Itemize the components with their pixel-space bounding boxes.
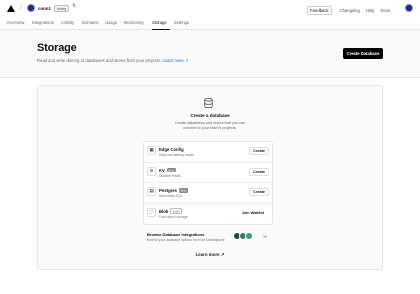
feedback-button[interactable]: Feedback bbox=[307, 6, 332, 15]
create-database-button[interactable]: Create Database bbox=[343, 48, 383, 59]
team-name[interactable]: conn1 bbox=[38, 6, 51, 11]
vercel-logo-icon[interactable] bbox=[7, 5, 15, 12]
integrations-subtitle: Extend your database options from the Ma… bbox=[147, 238, 225, 242]
user-avatar[interactable] bbox=[405, 4, 413, 12]
project-tabs: Overview Integrations Activity Domains U… bbox=[0, 17, 420, 30]
tab-monitoring[interactable]: Monitoring bbox=[124, 20, 144, 25]
external-link-icon: ↗ bbox=[185, 58, 189, 63]
page-subtitle-text: Read and write directly to databases and… bbox=[37, 58, 162, 63]
browse-integrations[interactable]: Browse Database Integrations Extend your… bbox=[147, 232, 225, 242]
page-title: Storage bbox=[37, 42, 77, 54]
team-switcher-icon[interactable]: ⇅ bbox=[72, 3, 76, 8]
option-name: Postgres Beta bbox=[159, 188, 188, 193]
postgres-icon: ▤ bbox=[147, 187, 156, 196]
plan-badge: Hobby bbox=[54, 5, 70, 13]
empty-state-title: Create a database bbox=[190, 113, 230, 118]
database-icon bbox=[204, 98, 213, 108]
learn-more-storage-link[interactable]: Learn more ↗ bbox=[0, 252, 420, 258]
arrow-right-icon[interactable]: → bbox=[262, 233, 268, 239]
database-option-postgres: ▤ Postgres Beta Serverless SQL Create bbox=[144, 183, 272, 204]
tab-integrations[interactable]: Integrations bbox=[32, 20, 54, 25]
tab-overview[interactable]: Overview bbox=[7, 20, 24, 25]
tab-activity[interactable]: Activity bbox=[61, 20, 74, 25]
blob-icon: ◌ bbox=[147, 207, 156, 217]
integration-logos[interactable] bbox=[233, 232, 253, 240]
tab-settings[interactable]: Settings bbox=[174, 20, 189, 25]
create-kv-button[interactable]: Create bbox=[249, 167, 269, 176]
option-description: Ultra-low latency reads bbox=[159, 153, 194, 157]
database-option-blob: ◌ Blob Invite Fast object storage Join Wa… bbox=[144, 204, 272, 225]
docs-link[interactable]: Docs bbox=[380, 8, 390, 13]
create-postgres-button[interactable]: Create bbox=[249, 188, 269, 196]
database-option-kv: ≡ KV Beta Durable Redis Create bbox=[144, 163, 272, 183]
edge-config-icon: ▦ bbox=[147, 146, 156, 155]
beta-badge: Beta bbox=[166, 167, 176, 173]
option-name: KV Beta bbox=[159, 167, 176, 173]
create-edge-config-button[interactable]: Create bbox=[249, 147, 269, 155]
option-name: Edge Config bbox=[159, 147, 184, 152]
option-name: Blob Invite bbox=[159, 207, 183, 215]
changelog-link[interactable]: Changelog bbox=[340, 8, 360, 13]
option-description: Durable Redis bbox=[159, 173, 181, 178]
help-link[interactable]: Help bbox=[366, 8, 375, 13]
tab-storage[interactable]: Storage bbox=[152, 20, 167, 25]
page-subtitle: Read and write directly to databases and… bbox=[37, 58, 189, 63]
learn-more-link[interactable]: Learn more ↗ bbox=[162, 58, 188, 63]
option-description: Fast object storage bbox=[159, 214, 188, 219]
team-avatar[interactable] bbox=[27, 4, 35, 12]
beta-badge: Beta bbox=[178, 188, 188, 193]
invite-badge: Invite bbox=[170, 207, 183, 215]
kv-icon: ≡ bbox=[147, 166, 156, 176]
top-bar: / conn1 Hobby ⇅ Feedback Changelog Help … bbox=[0, 0, 420, 16]
tab-domains[interactable]: Domains bbox=[82, 20, 99, 25]
header-links: Feedback Changelog Help Docs bbox=[307, 6, 390, 15]
integrations-title: Browse Database Integrations bbox=[147, 232, 205, 237]
database-options-list: ▦ Edge Config Ultra-low latency reads Cr… bbox=[143, 141, 273, 225]
slash-divider-icon: / bbox=[19, 3, 23, 13]
option-description: Serverless SQL bbox=[159, 194, 183, 198]
tab-usage[interactable]: Usage bbox=[105, 20, 117, 25]
empty-state-description: Create databases and stores that you can… bbox=[174, 121, 246, 130]
integration-logo-icon bbox=[245, 232, 253, 240]
join-waitlist-button[interactable]: Join Waitlist bbox=[238, 208, 267, 217]
database-option-edge-config: ▦ Edge Config Ultra-low latency reads Cr… bbox=[144, 142, 272, 163]
external-link-icon: ↗ bbox=[220, 252, 225, 257]
